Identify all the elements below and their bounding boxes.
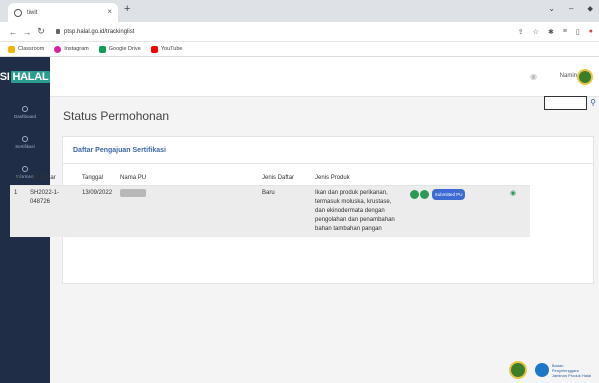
cell-no: 1 [10,185,26,237]
user-name[interactable]: Namin [560,73,577,79]
sidebar-item-label: Sertifikasi [15,143,35,149]
bookmark-youtube[interactable]: YouTube [150,45,183,53]
bookmarks-bar: Classroom Instagram Google Drive YouTube [0,42,599,57]
step-badge-icon [420,189,430,199]
window-controls: ⌄ – ⬥ [548,4,593,14]
column-header [506,171,531,186]
certificate-icon [22,135,28,142]
logo-suffix: HALAL [10,71,51,83]
bookmark-instagram[interactable]: Instagram [54,45,89,53]
cell-jenis-produk: Ikan dan produk perikanan, termasuk molu… [311,185,407,237]
url-field[interactable]: ptsp.halal.go.id/trackinglist [56,29,134,35]
browser-tab[interactable]: tiwit × [8,3,118,22]
column-header: No [10,171,26,186]
instagram-icon [54,45,62,53]
new-tab-icon[interactable]: + [124,3,130,15]
column-header: Tanggal [78,171,117,186]
app-logo[interactable]: SI HALAL [0,57,51,97]
lock-icon [56,29,60,34]
bookmark-classroom[interactable]: Classroom [8,45,45,53]
footer-logos: Badan Penyelenggara Jaminan Produk Halal [508,361,591,379]
cell-tanggal: 13/09/2022 [78,185,117,237]
sidebar-item-label: Dashboard [13,113,36,119]
chevron-down-icon[interactable]: ⌄ [548,4,555,14]
star-icon[interactable]: ☆ [533,28,539,36]
reading-list-icon[interactable]: ≡ [563,28,567,36]
back-icon[interactable]: ← [6,27,20,37]
minimize-icon[interactable]: – [569,4,573,14]
table-row[interactable]: 1 SH2022-1-048726 13/09/2022 Baru Ikan d… [10,185,531,237]
pin-icon[interactable]: ⬥ [587,4,593,14]
bpjph-text: Jaminan Produk Halal [551,372,591,378]
cell-no-daftar: SH2022-1-048726 [26,185,78,237]
app-root: SI HALAL Dashboard Sertifikasi Informasi … [0,57,599,383]
top-navbar: ◉ Namin [50,57,599,97]
submission-table: No No Daftar Tanggal Nama PU Jenis Dafta… [10,171,531,237]
address-bar-row: ← → ↻ ptsp.halal.go.id/trackinglist ⇪ ☆ … [0,22,599,42]
status-badge: Submitted PU [431,188,466,200]
bell-icon[interactable]: ◉ [530,72,537,81]
search-input[interactable] [544,96,587,110]
youtube-icon [150,45,158,53]
column-header: Jenis Daftar [258,171,312,186]
share-icon[interactable]: ⇪ [518,28,524,36]
browser-toolbar: ⇪ ☆ ✱ ≡ ▯ ● [518,28,593,36]
bookmark-label: Google Drive [108,46,141,52]
cell-nama-pu [116,185,259,237]
bookmark-label: Classroom [18,46,45,52]
bookmark-label: YouTube [160,46,183,52]
extensions-icon[interactable]: ✱ [548,28,554,36]
avatar[interactable] [577,69,593,85]
bpjph-logo: Badan Penyelenggara Jaminan Produk Halal [534,363,591,378]
step-badge-icon [410,189,420,199]
column-header: Jenis Produk [311,171,407,186]
bookmark-label: Instagram [64,46,89,52]
page-title: Status Permohonan [63,109,170,123]
column-header: Nama PU [116,171,259,186]
browser-tabbar: tiwit × + ⌄ – ⬥ [0,0,599,22]
cell-action: ◉ [506,185,531,237]
forward-icon[interactable]: → [20,27,34,37]
card-title: Daftar Pengajuan Sertifikasi [63,137,593,164]
search-icon[interactable]: ⚲ [590,98,596,107]
logo-prefix: SI [0,71,10,83]
bpjph-mark-icon [534,363,549,377]
drive-icon [98,45,106,53]
redacted-name [120,188,147,197]
classroom-icon [8,45,15,53]
url-text: ptsp.halal.go.id/trackinglist [64,28,135,35]
reload-icon[interactable]: ↻ [34,26,48,37]
kemenag-logo [508,361,527,379]
tab-title: tiwit [27,9,38,16]
sidebar-item-dashboard[interactable]: Dashboard [0,97,50,127]
sidebar-item-sertifikasi[interactable]: Sertifikasi [0,127,50,157]
table-header-row: No No Daftar Tanggal Nama PU Jenis Dafta… [10,171,531,186]
tab-favicon-icon [14,8,22,17]
cell-jenis-daftar: Baru [258,185,312,237]
eye-icon[interactable]: ◉ [510,190,516,197]
tab-close-icon[interactable]: × [107,7,112,16]
dashboard-icon [22,105,28,112]
column-header [406,171,507,186]
sidepanel-icon[interactable]: ▯ [576,28,580,36]
profile-icon[interactable]: ● [589,28,593,36]
column-header: No Daftar [26,171,78,186]
bookmark-google-drive[interactable]: Google Drive [98,45,141,53]
cell-status: Submitted PU [406,185,507,237]
